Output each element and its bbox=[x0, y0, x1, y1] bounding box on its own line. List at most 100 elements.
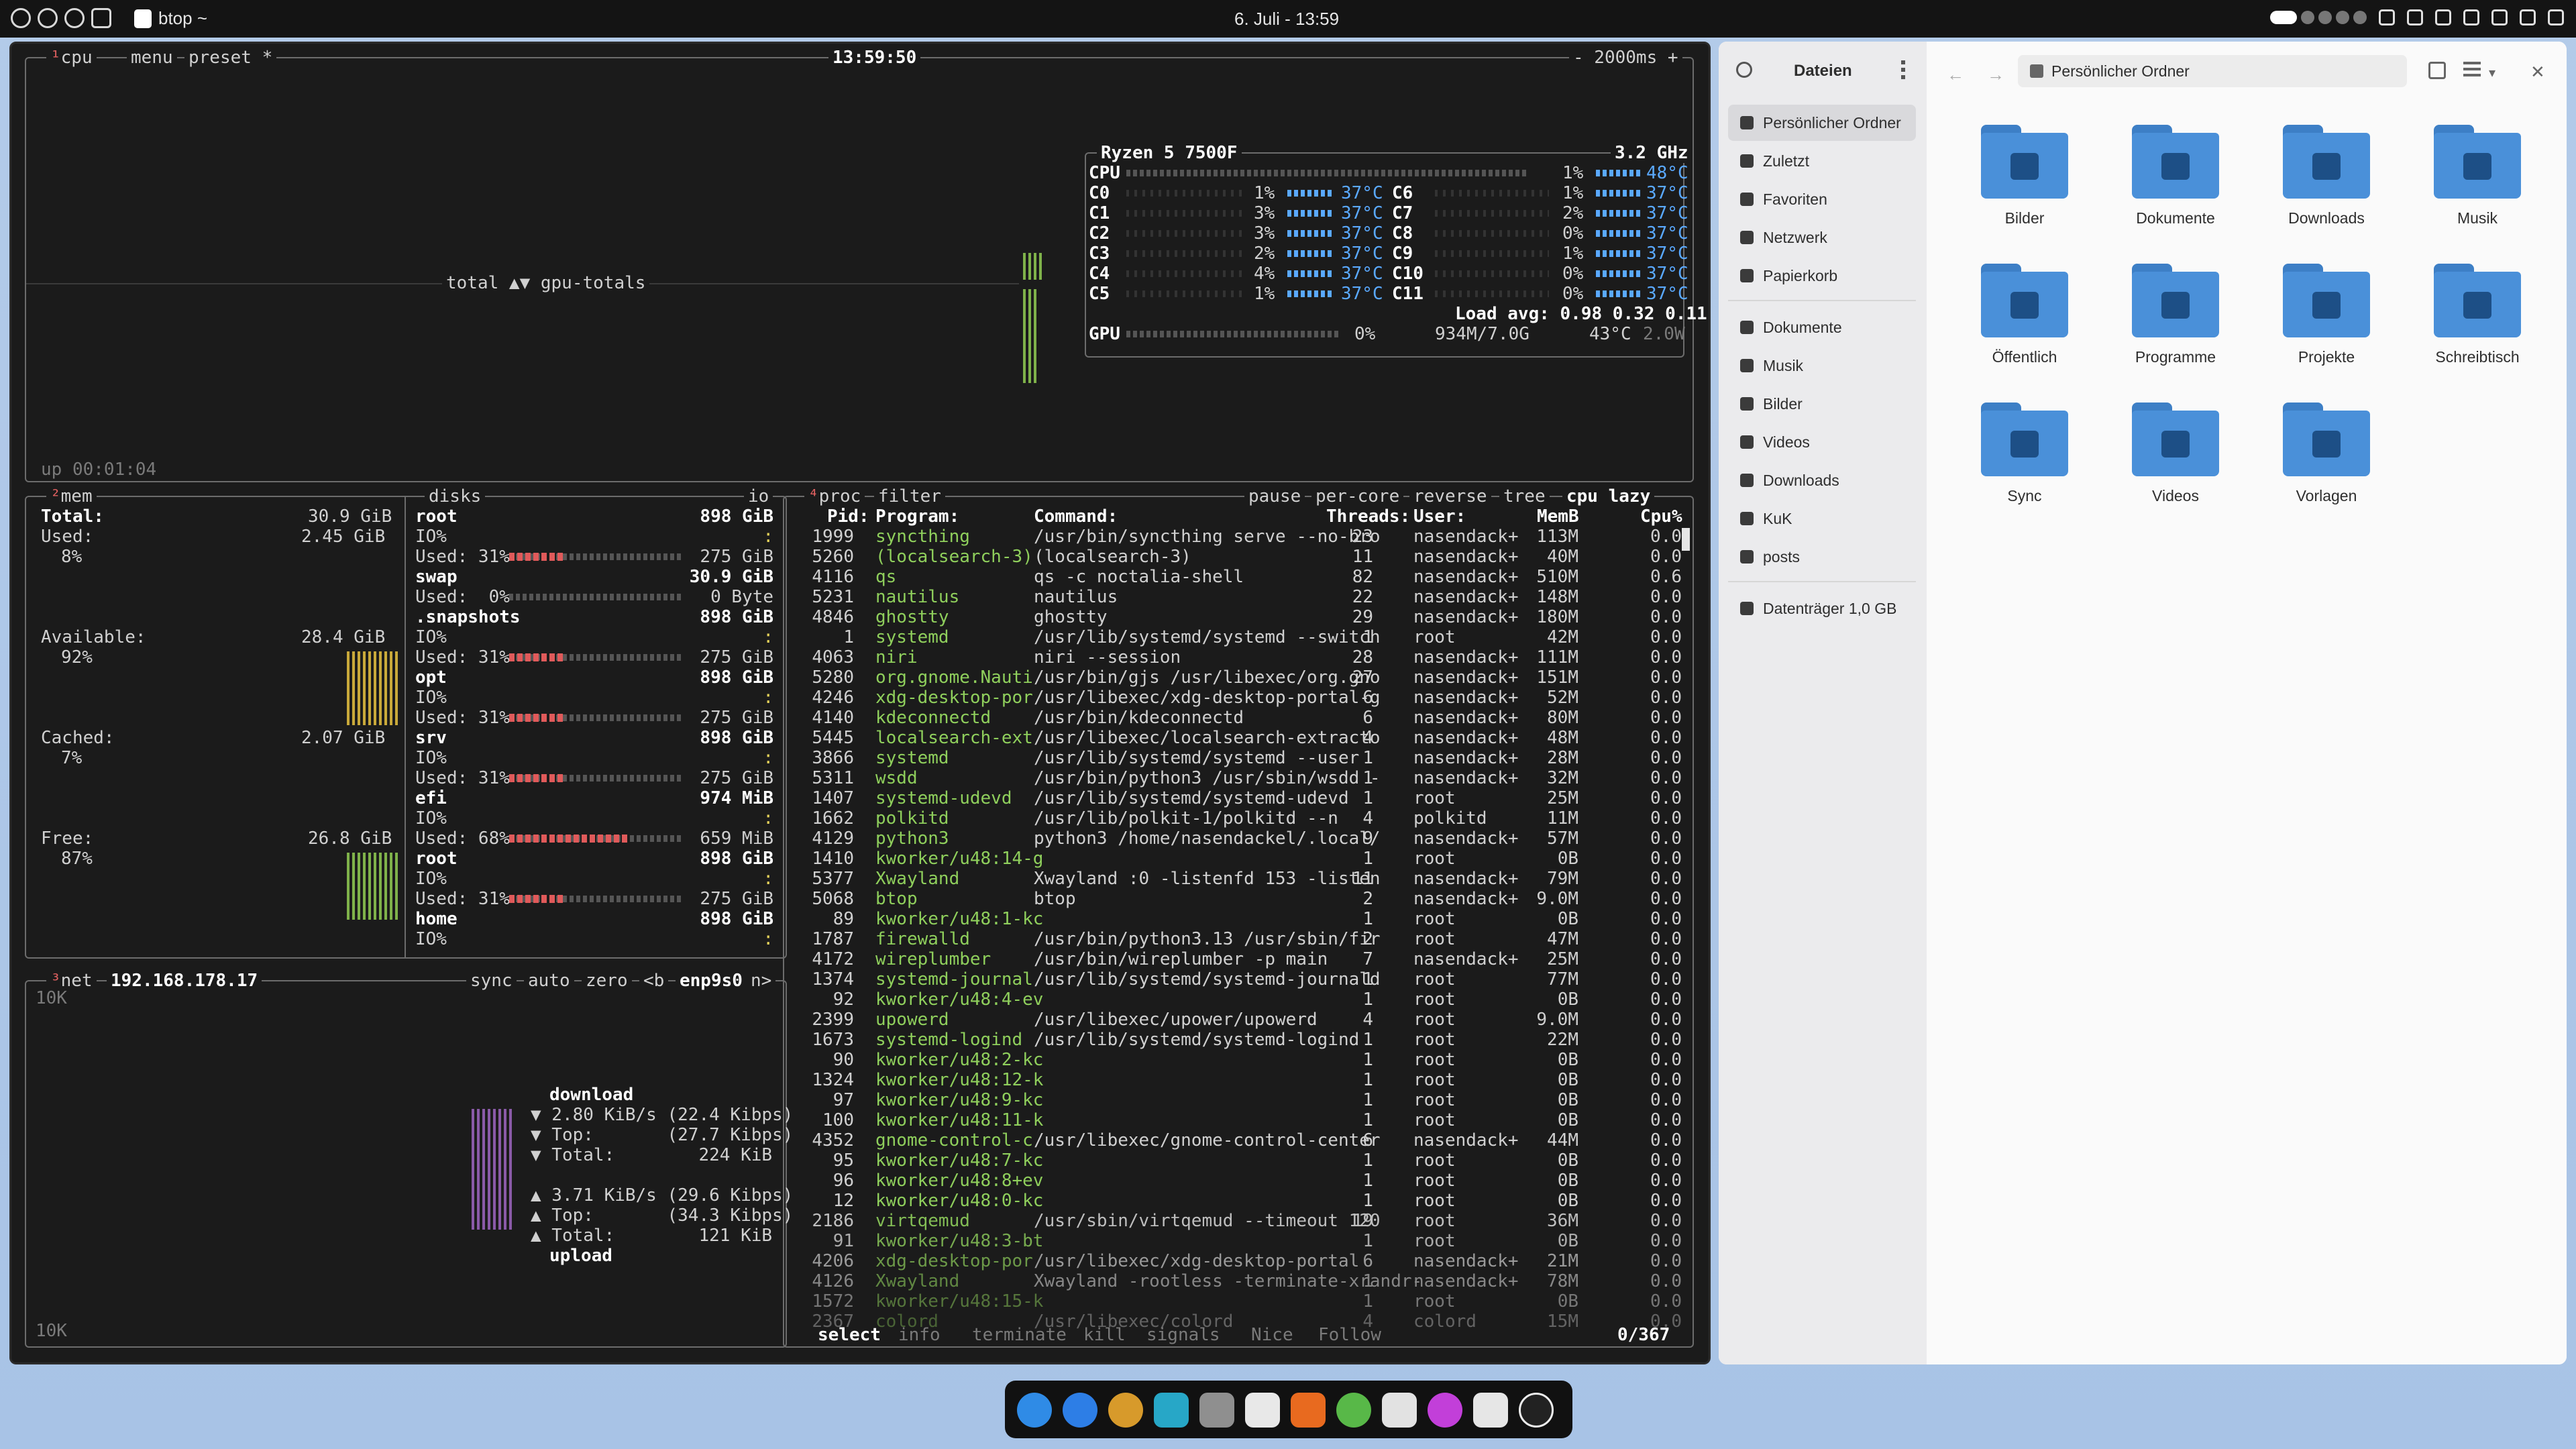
sidebar-item[interactable]: Dokumente bbox=[1728, 309, 1916, 345]
qbittorrent-icon[interactable] bbox=[1519, 1393, 1554, 1428]
process-row[interactable]: 4140 kdeconnectd/usr/bin/kdeconnectd 6 nase… bbox=[798, 708, 1697, 728]
process-row[interactable]: 4129 python3 python3 /home/nasendackel/.lo… bbox=[798, 828, 1697, 849]
folder-item[interactable]: Programme bbox=[2108, 264, 2243, 391]
process-row[interactable]: 5280 org.gnome.Nauti/usr/bin/gjs /usr/lib… bbox=[798, 667, 1697, 688]
folder-item[interactable]: Musik bbox=[2410, 125, 2544, 252]
monitor-icon[interactable] bbox=[91, 8, 111, 28]
process-row[interactable]: 12 kworker/u48:0-kc 1 root 0B 0.0 bbox=[798, 1191, 1697, 1211]
process-row[interactable]: 91 kworker/u48:3-bt 1 root 0B 0.0 bbox=[798, 1231, 1697, 1251]
files-window[interactable]: Dateien Persönlicher Ordner Zuletzt Favori… bbox=[1719, 42, 2567, 1364]
menu-tab[interactable]: menu bbox=[127, 48, 177, 68]
volume-icon[interactable] bbox=[2491, 9, 2508, 25]
process-row[interactable]: 5260 (localsearch-3) (localsearch-3) 11 nase… bbox=[798, 547, 1697, 567]
cpu-tab[interactable]: ¹cpu bbox=[46, 48, 97, 68]
net-prev-iface[interactable]: <b bbox=[639, 971, 669, 991]
new-folder-icon[interactable] bbox=[2428, 62, 2446, 79]
process-row[interactable]: 5377 Xwayland Xwayland :0 -listenfd 153 -l… bbox=[798, 869, 1697, 889]
footer-signals[interactable]: signals bbox=[1146, 1325, 1220, 1345]
process-row[interactable]: 95 kworker/u48:7-kc 1 root 0B 0.0 bbox=[798, 1150, 1697, 1171]
process-row[interactable]: 1787 firewalld/usr/bin/python3.13 /usr/sb… bbox=[798, 929, 1697, 949]
process-row[interactable]: 96 kworker/u48:8+ev 1 root 0B 0.0 bbox=[798, 1171, 1697, 1191]
close-icon[interactable]: ✕ bbox=[2530, 62, 2545, 83]
footer-follow[interactable]: Follow bbox=[1318, 1325, 1381, 1345]
process-row[interactable]: 1374 systemd-journal/usr/lib/systemd/syst… bbox=[798, 969, 1697, 989]
process-row[interactable]: 1410 kworker/u48:14-g 1 root 0B 0.0 bbox=[798, 849, 1697, 869]
process-row[interactable]: 4846 ghostty ghostty 29 nasendack+ 180M 0.0 bbox=[798, 607, 1697, 627]
clock[interactable]: 6. Juli - 13:59 bbox=[1234, 9, 1339, 30]
folder-item[interactable]: Schreibtisch bbox=[2410, 264, 2544, 391]
launcher-icon[interactable] bbox=[11, 8, 31, 28]
system-menu-icon[interactable] bbox=[2548, 9, 2564, 25]
path-bar[interactable]: Persönlicher Ordner bbox=[2018, 55, 2407, 87]
workspace-indicator[interactable] bbox=[2270, 11, 2367, 24]
process-row[interactable]: 1407 systemd-udevd/usr/lib/systemd/system… bbox=[798, 788, 1697, 808]
sidebar-item[interactable]: Favoriten bbox=[1728, 181, 1916, 217]
process-row[interactable]: 90 kworker/u48:2-kc 1 root 0B 0.0 bbox=[798, 1050, 1697, 1070]
proc-pause[interactable]: pause bbox=[1244, 486, 1305, 506]
footer-select[interactable]: select bbox=[818, 1325, 881, 1345]
sidebar-item[interactable]: Zuletzt bbox=[1728, 143, 1916, 179]
notes-icon[interactable] bbox=[1245, 1393, 1280, 1428]
folder-item[interactable]: Öffentlich bbox=[1957, 264, 2092, 391]
search-icon[interactable] bbox=[1736, 62, 1752, 78]
col-cpu[interactable]: Cpu% bbox=[1640, 506, 1682, 527]
folder-item[interactable]: Dokumente bbox=[2108, 125, 2243, 252]
col-program[interactable]: Program: bbox=[875, 506, 959, 527]
process-row[interactable]: 4116 qs qs -c noctalia-shell 82 nasendack+ 51… bbox=[798, 567, 1697, 587]
owl-icon[interactable] bbox=[1108, 1393, 1143, 1428]
power-icon[interactable] bbox=[38, 8, 58, 28]
process-row[interactable]: 3866 systemd/usr/lib/systemd/systemd --us… bbox=[798, 748, 1697, 768]
proc-scrollbar[interactable] bbox=[1682, 528, 1690, 551]
clipboard-icon[interactable] bbox=[2379, 9, 2395, 25]
col-mem[interactable]: MemB bbox=[1537, 506, 1579, 527]
process-row[interactable]: 92 kworker/u48:4-ev 1 root 0B 0.0 bbox=[798, 989, 1697, 1010]
more-menu-icon[interactable] bbox=[1901, 60, 1905, 79]
process-list[interactable]: 1999 syncthing/usr/bin/syncthing serve --… bbox=[798, 527, 1690, 1332]
process-row[interactable]: 97 kworker/u48:9-kc 1 root 0B 0.0 bbox=[798, 1090, 1697, 1110]
bell-icon[interactable] bbox=[2435, 9, 2451, 25]
proc-reverse[interactable]: reverse bbox=[1409, 486, 1491, 506]
sidebar-item[interactable]: posts bbox=[1728, 539, 1916, 575]
process-row[interactable]: 2186 virtqemud/usr/sbin/virtqemud --timeo… bbox=[798, 1211, 1697, 1231]
process-row[interactable]: 4352 gnome-control-c/usr/libexec/gnome-co… bbox=[798, 1130, 1697, 1150]
process-row[interactable]: 1673 systemd-logind/usr/lib/systemd/syste… bbox=[798, 1030, 1697, 1050]
mem-tab[interactable]: ²mem bbox=[46, 486, 97, 506]
col-user[interactable]: User: bbox=[1413, 506, 1466, 527]
keepass-icon[interactable] bbox=[1336, 1393, 1371, 1428]
keyboard-icon[interactable] bbox=[2520, 9, 2536, 25]
sidebar-item[interactable]: Netzwerk bbox=[1728, 219, 1916, 256]
sidebar-item[interactable]: Videos bbox=[1728, 424, 1916, 460]
process-row[interactable]: 5068 btop btop 2 nasendack+ 9.0M 0.0 bbox=[798, 889, 1697, 909]
process-row[interactable]: 1662 polkitd/usr/lib/polkit-1/polkitd --n… bbox=[798, 808, 1697, 828]
podcast-icon[interactable] bbox=[1428, 1393, 1462, 1428]
preset-tab[interactable]: preset * bbox=[184, 48, 277, 68]
document-icon[interactable] bbox=[1382, 1393, 1417, 1428]
btop-terminal-window[interactable]: ¹cpu menu preset * 13:59:50 - 2000ms + t… bbox=[9, 42, 1711, 1364]
sidebar-item[interactable]: Papierkorb bbox=[1728, 258, 1916, 294]
books-icon[interactable] bbox=[1291, 1393, 1326, 1428]
net-sync[interactable]: sync bbox=[466, 971, 517, 991]
folder-item[interactable]: Bilder bbox=[1957, 125, 2092, 252]
process-row[interactable]: 1 systemd/usr/lib/systemd/systemd --switc… bbox=[798, 627, 1697, 647]
proc-filter[interactable]: filter bbox=[874, 486, 945, 506]
process-row[interactable]: 4063 niri niri --session 28 nasendack+ 111M 0.… bbox=[798, 647, 1697, 667]
process-row[interactable]: 4206 xdg-desktop-por/usr/libexec/xdg-desk… bbox=[798, 1251, 1697, 1271]
process-row[interactable]: 89 kworker/u48:1-kc 1 root 0B 0.0 bbox=[798, 909, 1697, 929]
footer-nice[interactable]: Nice bbox=[1251, 1325, 1293, 1345]
footer-info[interactable]: info bbox=[898, 1325, 941, 1345]
terminal-icon[interactable] bbox=[1154, 1393, 1189, 1428]
files-icon[interactable] bbox=[1199, 1393, 1234, 1428]
sidebar-item[interactable]: Datenträger 1,0 GB bbox=[1728, 590, 1916, 627]
sidebar-item[interactable]: Persönlicher Ordner bbox=[1728, 105, 1916, 141]
net-zero[interactable]: zero bbox=[582, 971, 632, 991]
proc-tree[interactable]: tree bbox=[1499, 486, 1550, 506]
process-row[interactable]: 4126 Xwayland Xwayland -rootless -terminat… bbox=[798, 1271, 1697, 1291]
folder-item[interactable]: Vorlagen bbox=[2259, 402, 2394, 530]
io-toggle[interactable]: io bbox=[744, 486, 773, 506]
footer-terminate[interactable]: terminate bbox=[972, 1325, 1067, 1345]
col-threads[interactable]: Threads: bbox=[1326, 506, 1410, 527]
safari-icon[interactable] bbox=[1017, 1393, 1052, 1428]
col-pid[interactable]: Pid: bbox=[827, 506, 869, 527]
process-row[interactable]: 1572 kworker/u48:15-k 1 root 0B 0.0 bbox=[798, 1291, 1697, 1311]
col-command[interactable]: Command: bbox=[1034, 506, 1118, 527]
